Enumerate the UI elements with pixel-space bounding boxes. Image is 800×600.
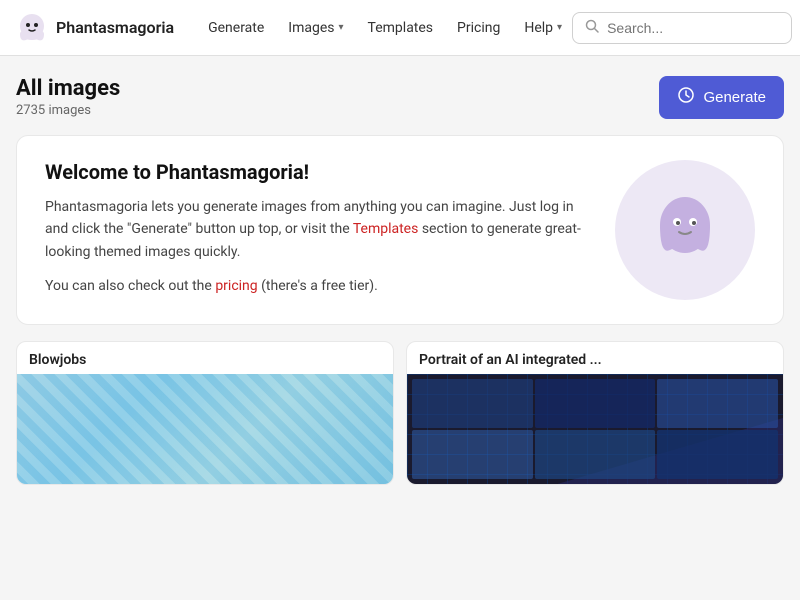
welcome-card: Welcome to Phantasmagoria! Phantasmagori… xyxy=(16,135,784,325)
pricing-link[interactable]: pricing xyxy=(215,278,257,294)
search-icon xyxy=(585,19,599,37)
images-header: All images 2735 images Generate xyxy=(16,76,784,119)
logo-ghost-icon xyxy=(16,12,48,44)
nav-pricing[interactable]: Pricing xyxy=(447,14,510,42)
welcome-text: Welcome to Phantasmagoria! Phantasmagori… xyxy=(45,160,591,298)
ghost-illustration xyxy=(615,160,755,300)
generate-icon xyxy=(677,86,695,109)
logo-text: Phantasmagoria xyxy=(56,18,174,37)
page-content: All images 2735 images Generate Welcome … xyxy=(0,56,800,485)
help-dropdown-icon: ▾ xyxy=(557,22,562,33)
logo[interactable]: Phantasmagoria xyxy=(16,12,174,44)
nav-images[interactable]: Images ▾ xyxy=(278,14,353,42)
header: Phantasmagoria Generate Images ▾ Templat… xyxy=(0,0,800,56)
welcome-title: Welcome to Phantasmagoria! xyxy=(45,160,591,184)
image-thumbnail-0 xyxy=(17,374,393,484)
templates-link[interactable]: Templates xyxy=(353,221,419,237)
images-dropdown-icon: ▾ xyxy=(339,22,344,33)
header-right xyxy=(572,12,800,44)
welcome-body1: Phantasmagoria lets you generate images … xyxy=(45,196,591,263)
image-grid: Blowjobs Portrait of an AI integrated ..… xyxy=(16,341,784,485)
header-left: Phantasmagoria Generate Images ▾ Templat… xyxy=(16,12,572,44)
generate-button[interactable]: Generate xyxy=(659,76,784,119)
search-box xyxy=(572,12,792,44)
main-nav: Generate Images ▾ Templates Pricing Help… xyxy=(198,14,572,42)
image-card-title-0: Blowjobs xyxy=(17,342,393,374)
images-count: 2735 images xyxy=(16,103,120,118)
search-input[interactable] xyxy=(607,20,779,36)
image-card-0[interactable]: Blowjobs xyxy=(16,341,394,485)
images-title-group: All images 2735 images xyxy=(16,76,120,118)
nav-generate[interactable]: Generate xyxy=(198,14,274,42)
nav-help[interactable]: Help ▾ xyxy=(514,14,572,42)
image-thumbnail-1 xyxy=(407,374,783,484)
page-title: All images xyxy=(16,76,120,101)
ghost-icon xyxy=(645,190,725,270)
image-card-1[interactable]: Portrait of an AI integrated ... xyxy=(406,341,784,485)
welcome-body2: You can also check out the pricing (ther… xyxy=(45,275,591,297)
nav-templates[interactable]: Templates xyxy=(358,14,444,42)
image-card-title-1: Portrait of an AI integrated ... xyxy=(407,342,783,374)
